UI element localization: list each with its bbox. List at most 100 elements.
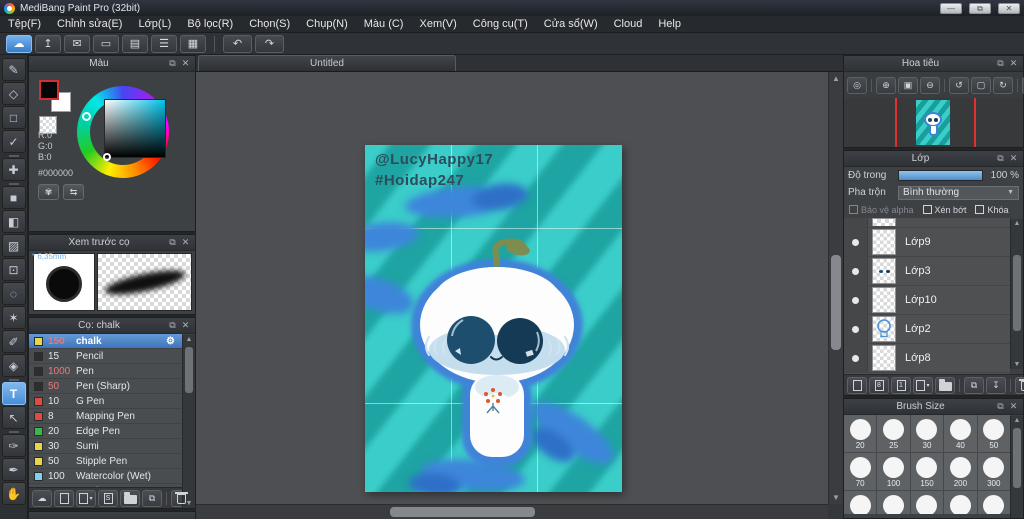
popout-icon[interactable]: ⧉ bbox=[994, 401, 1007, 412]
select-tool[interactable]: ⊡ bbox=[1, 258, 26, 281]
scroll-down-icon[interactable]: ▼ bbox=[829, 493, 843, 502]
popout-icon[interactable]: ⧉ bbox=[166, 320, 179, 331]
brush-list-scrollbar[interactable]: ▲ ▼ bbox=[182, 335, 195, 508]
visibility-toggle[interactable] bbox=[844, 257, 868, 285]
scrollbar-thumb[interactable] bbox=[185, 347, 193, 393]
menu-edit[interactable]: Chỉnh sửa(E) bbox=[49, 18, 130, 30]
brush-item-acryl[interactable]: 50 Acryl bbox=[29, 484, 182, 487]
layer-row[interactable]: Lớp8 bbox=[844, 344, 1010, 373]
document-tab[interactable]: Untitled bbox=[198, 55, 456, 71]
duplicate-layer-button[interactable]: ⧉ bbox=[964, 376, 984, 394]
brush-size-option[interactable] bbox=[944, 491, 977, 514]
scroll-up-icon[interactable]: ▲ bbox=[1011, 417, 1023, 424]
lasso-tool[interactable]: ◌ bbox=[1, 282, 26, 305]
visibility-toggle[interactable] bbox=[844, 286, 868, 314]
menu-capture[interactable]: Chụp(N) bbox=[298, 18, 356, 30]
menu-cloud[interactable]: Cloud bbox=[606, 18, 651, 30]
add-1bit-layer-button[interactable]: 1 bbox=[891, 376, 911, 394]
brush-size-option[interactable] bbox=[844, 491, 877, 514]
brush-size-option[interactable] bbox=[877, 491, 910, 514]
visibility-toggle[interactable] bbox=[844, 315, 868, 343]
brush-folder-button[interactable] bbox=[120, 489, 140, 507]
minimize-button[interactable]: — bbox=[940, 2, 962, 14]
visibility-cell[interactable] bbox=[844, 218, 868, 228]
brush-size-option[interactable]: 25 bbox=[877, 415, 910, 452]
popout-icon[interactable]: ⧉ bbox=[166, 237, 179, 248]
menu-window[interactable]: Cửa sổ(W) bbox=[536, 18, 606, 30]
close-icon[interactable]: ✕ bbox=[1007, 153, 1020, 164]
brush-size-option[interactable]: 70 bbox=[844, 453, 877, 490]
brush-item-mapping-pen[interactable]: 8 Mapping Pen bbox=[29, 409, 182, 424]
merge-layer-button[interactable]: ↧ bbox=[986, 376, 1006, 394]
scroll-down-icon[interactable]: ▼ bbox=[1011, 361, 1023, 368]
material-button[interactable]: ☰ bbox=[151, 34, 177, 53]
delete-layer-button[interactable] bbox=[1015, 376, 1024, 394]
blend-mode-select[interactable]: Bình thường ▼ bbox=[898, 185, 1019, 200]
menu-layer[interactable]: Lớp(L) bbox=[130, 18, 179, 30]
hue-cursor[interactable] bbox=[82, 112, 91, 121]
cloud-button[interactable]: ☁ bbox=[6, 34, 32, 53]
brush-size-option[interactable]: 100 bbox=[877, 453, 910, 490]
brush-settings-icon[interactable]: ⚙ bbox=[166, 336, 182, 347]
saturation-value-square[interactable] bbox=[104, 99, 166, 158]
duplicate-brush-button[interactable]: ⧉ bbox=[142, 489, 162, 507]
brush-cloud-button[interactable]: ☁ bbox=[32, 489, 52, 507]
divide-tool[interactable]: ✑ bbox=[1, 434, 26, 457]
swap-colors-button[interactable]: ⇆ bbox=[63, 184, 84, 200]
scrollbar-thumb[interactable] bbox=[831, 255, 841, 350]
text-tool[interactable]: T bbox=[1, 382, 26, 405]
fit-screen-button[interactable]: ▣ bbox=[898, 76, 918, 94]
opacity-slider[interactable] bbox=[898, 170, 983, 181]
scrollbar-thumb[interactable] bbox=[390, 507, 535, 517]
add-layer-menu-button[interactable]: ▾ bbox=[913, 376, 933, 394]
publish-button[interactable]: ↥ bbox=[35, 34, 61, 53]
brush-size-option[interactable]: 200 bbox=[944, 453, 977, 490]
canvas-viewport[interactable]: @LucyHappy17 #Hoidap247 ▲ ▼ bbox=[196, 72, 843, 519]
lock-checkbox[interactable]: Khóa bbox=[975, 205, 1009, 215]
brush-item-g-pen[interactable]: 10 G Pen bbox=[29, 394, 182, 409]
close-icon[interactable]: ✕ bbox=[1007, 401, 1020, 412]
annotation-button[interactable]: ▭ bbox=[93, 34, 119, 53]
menu-filter[interactable]: Bộ lọc(R) bbox=[179, 18, 241, 30]
close-icon[interactable]: ✕ bbox=[179, 58, 192, 69]
scroll-up-icon[interactable]: ▲ bbox=[1011, 220, 1023, 227]
canvas-artwork[interactable]: @LucyHappy17 #Hoidap247 bbox=[365, 145, 622, 492]
bucket-tool[interactable]: ◧ bbox=[1, 210, 26, 233]
popout-icon[interactable]: ⧉ bbox=[994, 153, 1007, 164]
visibility-toggle[interactable] bbox=[844, 228, 868, 256]
layer-row[interactable]: Lớp10 bbox=[844, 286, 1010, 315]
zoom-reset-button[interactable]: ◎ bbox=[847, 76, 867, 94]
brush-item-stipple-pen[interactable]: 50 Stipple Pen bbox=[29, 454, 182, 469]
navigator-preview[interactable] bbox=[844, 98, 1023, 147]
brush-size-option[interactable]: 300 bbox=[977, 453, 1010, 490]
eyedropper-tool[interactable]: ✒ bbox=[1, 458, 26, 481]
rotate-left-button[interactable]: ↺ bbox=[949, 76, 969, 94]
foreground-color-swatch[interactable] bbox=[39, 80, 59, 100]
menu-file[interactable]: Tệp(F) bbox=[0, 18, 49, 30]
brush-size-option[interactable] bbox=[977, 491, 1010, 514]
brush-size-option[interactable]: 50 bbox=[977, 415, 1010, 452]
menu-help[interactable]: Help bbox=[650, 18, 689, 30]
move-tool[interactable]: ✚ bbox=[1, 158, 26, 181]
protect-alpha-checkbox[interactable]: Bảo vệ alpha bbox=[849, 205, 914, 215]
brush-item-pen-sharp[interactable]: 50 Pen (Sharp) bbox=[29, 379, 182, 394]
redo-button[interactable]: ↷ bbox=[255, 34, 284, 53]
saturation-cursor[interactable] bbox=[103, 153, 111, 161]
undo-button[interactable]: ↶ bbox=[223, 34, 252, 53]
add-brush-menu-button[interactable]: ▾ bbox=[76, 489, 96, 507]
visibility-toggle[interactable] bbox=[844, 344, 868, 372]
brush-tool[interactable]: ✎ bbox=[1, 58, 26, 81]
document-button[interactable]: ▤ bbox=[122, 34, 148, 53]
close-icon[interactable]: ✕ bbox=[179, 320, 192, 331]
scrollbar-thumb[interactable] bbox=[1013, 428, 1021, 488]
horizontal-scrollbar[interactable] bbox=[196, 504, 828, 519]
brush-size-option[interactable]: 20 bbox=[844, 415, 877, 452]
grid-settings-button[interactable]: ▦ bbox=[180, 34, 206, 53]
zoom-out-button[interactable]: ⊖ bbox=[920, 76, 940, 94]
operation-tool[interactable]: ↖ bbox=[1, 406, 26, 429]
brush-item-edge-pen[interactable]: 20 Edge Pen bbox=[29, 424, 182, 439]
shape-brush-tool[interactable]: □ bbox=[1, 106, 26, 129]
layer-row-partial[interactable] bbox=[844, 218, 1010, 228]
brush-size-option[interactable] bbox=[910, 491, 944, 514]
menu-view[interactable]: Xem(V) bbox=[411, 18, 464, 30]
